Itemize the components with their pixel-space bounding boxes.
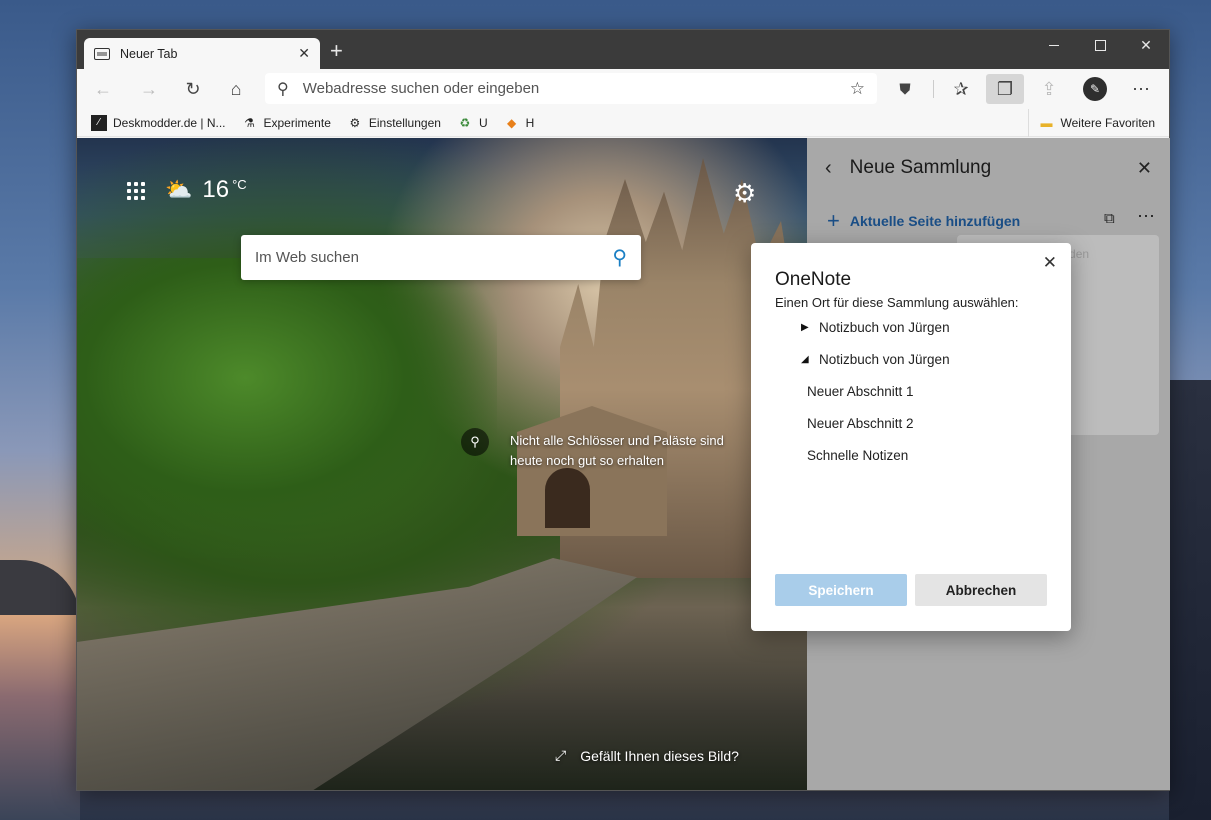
add-current-page-button[interactable]: + Aktuelle Seite hinzufügen <box>827 208 1020 234</box>
search-icon[interactable]: ⚲ <box>612 245 627 270</box>
tree-item-label: Neuer Abschnitt 2 <box>807 416 914 431</box>
home-icon[interactable]: ⌂ <box>224 77 248 101</box>
refresh-icon[interactable]: ↻ <box>181 77 205 101</box>
favorite-experimente[interactable]: ⚗ Experimente <box>242 115 331 131</box>
site-favicon-u-icon: ♻ <box>459 115 471 130</box>
collection-title: Neue Sammlung <box>849 157 992 178</box>
more-menu-icon[interactable]: ⋯ <box>1129 77 1153 101</box>
favorite-star-icon[interactable]: ☆ <box>850 79 865 99</box>
plus-icon: + <box>827 208 840 233</box>
collections-icon[interactable]: ❐ <box>986 74 1024 104</box>
add-current-page-label: Aktuelle Seite hinzufügen <box>849 213 1021 229</box>
collections-header: ‹ Neue Sammlung ✕ <box>807 138 1170 198</box>
toolbar-separator <box>933 80 934 98</box>
tab-new-tab[interactable]: Neuer Tab ✕ <box>84 38 320 69</box>
dialog-subtitle: Einen Ort für diese Sammlung auswählen: <box>775 295 1019 310</box>
background-gate <box>517 406 667 536</box>
caret-down-icon[interactable]: ◢ <box>801 354 815 365</box>
gear-icon: ⚙ <box>349 115 361 130</box>
ublock-shield-icon[interactable]: ⛊ <box>893 77 917 101</box>
other-favorites[interactable]: ▬ Weitere Favoriten <box>1027 109 1155 137</box>
tree-item-section-1[interactable]: Neuer Abschnitt 1 <box>807 384 914 399</box>
favorite-label: H <box>525 115 535 130</box>
back-arrow-icon[interactable]: ← <box>91 77 115 101</box>
desktop-background-water <box>0 615 80 820</box>
share-icon[interactable]: ⇪ <box>1037 77 1061 101</box>
profile-avatar-icon[interactable]: ✎ <box>1083 77 1107 101</box>
new-tab-plus-icon[interactable]: + <box>330 40 343 62</box>
favorite-u[interactable]: ♻ U <box>457 115 488 131</box>
collection-more-icon[interactable]: ⋯ <box>1137 206 1155 227</box>
site-favicon-h-icon: ◆ <box>506 115 517 130</box>
app-launcher-icon[interactable] <box>127 182 145 200</box>
background-gate-arch <box>545 468 590 528</box>
favorite-deskmodder[interactable]: ⁄ Deskmodder.de | N... <box>91 114 226 131</box>
image-info-search-icon[interactable]: ⚲ <box>461 428 489 456</box>
cancel-button[interactable]: Abbrechen <box>915 574 1047 606</box>
dialog-close-icon[interactable]: ✕ <box>1043 253 1057 273</box>
tree-item-label: Notizbuch von Jürgen <box>819 320 950 335</box>
background-trees <box>77 258 497 558</box>
web-search-box[interactable]: Im Web suchen ⚲ <box>241 235 641 280</box>
favorite-einstellungen[interactable]: ⚙ Einstellungen <box>347 115 441 131</box>
address-placeholder: Webadresse suchen oder eingeben <box>302 80 540 97</box>
address-bar[interactable]: ⚲ Webadresse suchen oder eingeben ☆ <box>265 73 877 104</box>
like-image-link[interactable]: ⤢ Gefällt Ihnen dieses Bild? <box>555 747 739 764</box>
tab-title: Neuer Tab <box>120 46 178 61</box>
like-image-label: Gefällt Ihnen dieses Bild? <box>580 747 739 764</box>
onenote-dialog: ✕ OneNote Einen Ort für diese Sammlung a… <box>751 243 1071 631</box>
tree-item-quick-notes[interactable]: Schnelle Notizen <box>807 448 908 463</box>
add-note-icon[interactable]: ⧉ <box>1104 210 1115 227</box>
navigation-toolbar: ← → ↻ ⌂ ⚲ Webadresse suchen oder eingebe… <box>77 69 1169 109</box>
flask-icon: ⚗ <box>244 115 255 130</box>
dialog-title: OneNote <box>775 269 852 290</box>
favorite-h[interactable]: ◆ H <box>504 115 535 131</box>
desktop-background-right <box>1169 380 1211 820</box>
favorite-label: Experimente <box>263 115 331 130</box>
other-favorites-label: Weitere Favoriten <box>1060 116 1155 130</box>
tree-item-label: Notizbuch von Jürgen <box>819 352 950 367</box>
minimize-button[interactable] <box>1031 30 1077 60</box>
deskmodder-icon: ⁄ <box>91 114 107 131</box>
tree-item-section-2[interactable]: Neuer Abschnitt 2 <box>807 416 914 431</box>
image-info-text[interactable]: Nicht alle Schlösser und Paläste sind he… <box>510 431 750 471</box>
tree-item-label: Neuer Abschnitt 1 <box>807 384 914 399</box>
tree-item-notebook-collapsed[interactable]: ▶ Notizbuch von Jürgen <box>801 320 950 335</box>
new-tab-page: ⛅ 16 °C ⚙ Im Web suchen ⚲ ⚲ Nicht alle S… <box>77 138 807 790</box>
favorites-list-icon[interactable]: ✰ <box>949 77 973 101</box>
favorite-label: Einstellungen <box>368 115 441 130</box>
background-bridge <box>77 558 637 790</box>
search-placeholder: Im Web suchen <box>255 249 359 266</box>
weather-widget[interactable]: ⛅ 16 °C <box>165 176 247 204</box>
tree-item-label: Schnelle Notizen <box>807 448 909 463</box>
folder-icon: ▬ <box>1040 116 1053 130</box>
caret-right-icon[interactable]: ▶ <box>801 322 815 333</box>
favorite-label: Deskmodder.de | N... <box>113 115 226 130</box>
pane-close-icon[interactable]: ✕ <box>1137 158 1152 179</box>
desktop-background-hill <box>0 560 80 620</box>
maximize-button[interactable] <box>1077 30 1123 60</box>
new-tab-page-icon <box>94 47 110 60</box>
forward-arrow-icon[interactable]: → <box>137 77 161 101</box>
save-button[interactable]: Speichern <box>775 574 907 606</box>
page-settings-gear-icon[interactable]: ⚙ <box>733 178 756 209</box>
title-bar: Neuer Tab ✕ + ✕ <box>77 30 1169 69</box>
close-window-button[interactable]: ✕ <box>1123 30 1169 60</box>
weather-unit: °C <box>232 176 247 192</box>
tree-item-notebook-expanded[interactable]: ◢ Notizbuch von Jürgen <box>801 352 950 367</box>
window-controls: ✕ <box>1031 30 1169 60</box>
tab-close-icon[interactable]: ✕ <box>298 45 310 62</box>
address-search-icon: ⚲ <box>277 80 289 98</box>
partly-cloudy-icon: ⛅ <box>165 177 193 202</box>
favorites-bar: ⁄ Deskmodder.de | N... ⚗ Experimente ⚙ E… <box>77 109 1169 137</box>
back-chevron-icon[interactable]: ‹ <box>825 157 832 180</box>
favorite-label: U <box>478 115 488 130</box>
weather-temperature: 16 <box>202 176 230 203</box>
expand-arrows-icon: ⤢ <box>555 747 567 763</box>
